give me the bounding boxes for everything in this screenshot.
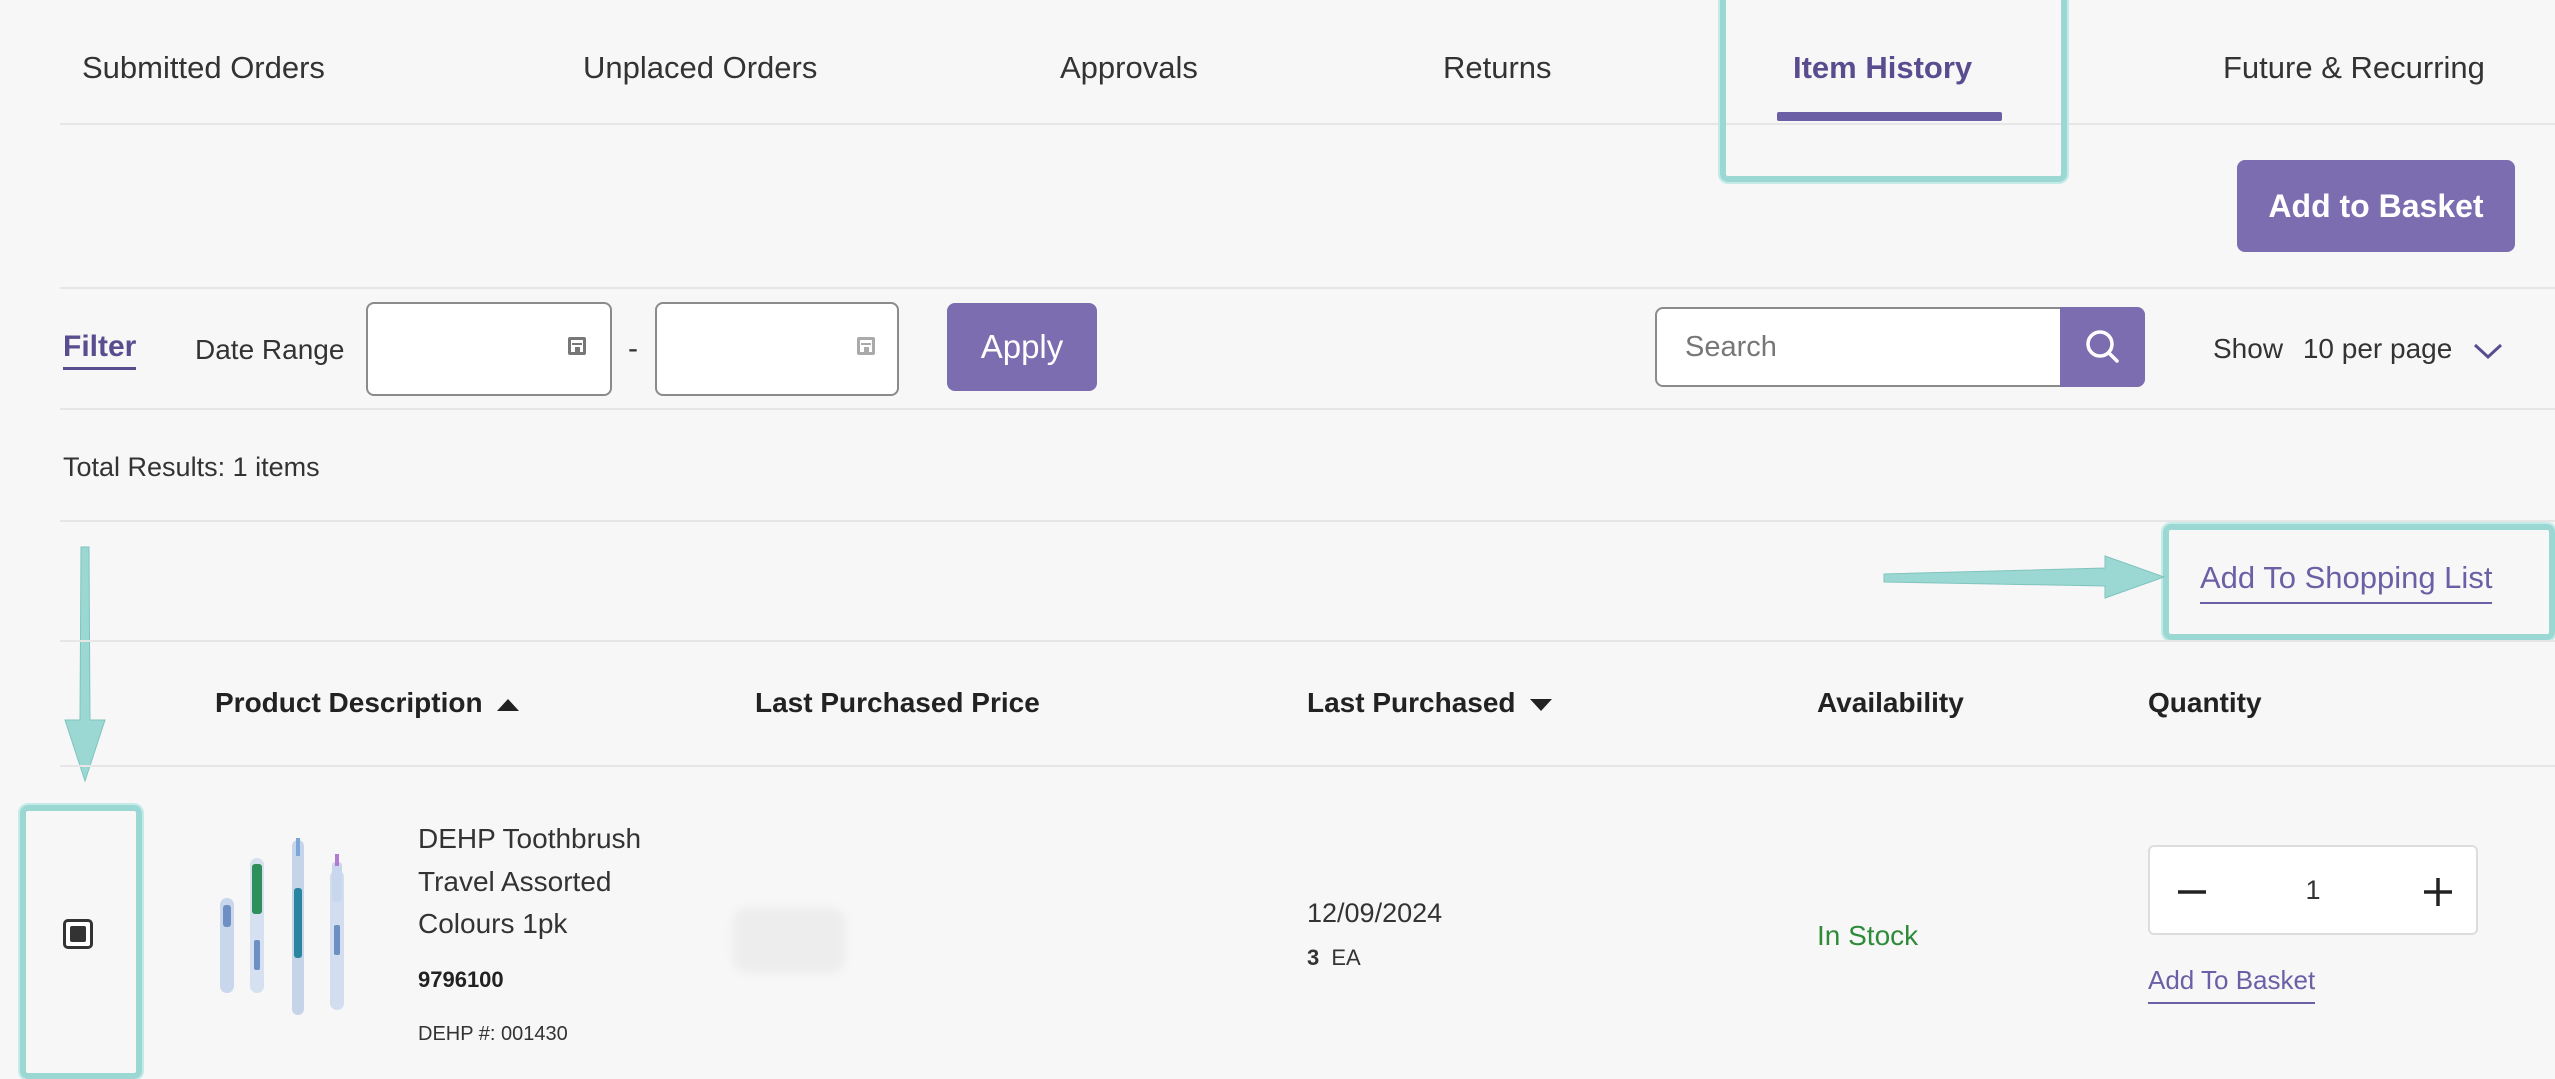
date-range-separator: - (628, 332, 638, 365)
toolbar-divider (60, 287, 2555, 289)
item-history-highlight (1720, 0, 2067, 182)
filter-link[interactable]: Filter (63, 330, 137, 370)
product-sku: 9796100 (418, 967, 504, 992)
row-checkbox[interactable] (63, 919, 93, 949)
shopping-list-highlight (2163, 524, 2555, 640)
availability-status: In Stock (1817, 920, 1919, 951)
search-input[interactable] (1657, 309, 2093, 385)
header-bottom-divider (60, 765, 2555, 767)
sort-ascending-icon (496, 698, 519, 711)
right-arrow-annotation (1883, 555, 2166, 599)
results-divider (60, 520, 2555, 522)
total-results: Total Results: 1 items (63, 452, 320, 482)
col-product-description-label: Product Description (215, 687, 483, 718)
show-label: Show (2213, 333, 2284, 364)
tab-returns[interactable]: Returns (1443, 50, 1552, 86)
purchased-qty-unit: EA (1331, 945, 1361, 970)
purchased-quantity: 3 EA (1307, 945, 1361, 971)
col-last-purchased[interactable]: Last Purchased (1307, 687, 1552, 719)
col-quantity: Quantity (2148, 687, 2262, 718)
tab-unplaced-orders[interactable]: Unplaced Orders (583, 50, 817, 86)
down-arrow-annotation (64, 546, 106, 783)
col-availability: Availability (1817, 687, 1964, 718)
date-range-label: Date Range (195, 334, 345, 365)
product-dehp-number: DEHP #: 001430 (418, 1023, 568, 1045)
apply-button[interactable]: Apply (947, 303, 1097, 391)
last-purchased-date: 12/09/2024 (1307, 898, 1443, 928)
per-page-value: 10 per page (2302, 333, 2453, 364)
col-product-description[interactable]: Product Description (215, 687, 519, 719)
product-image (220, 838, 344, 1015)
search-button[interactable] (2060, 307, 2145, 387)
tab-approvals[interactable]: Approvals (1060, 50, 1198, 86)
product-name-line3[interactable]: Colours 1pk (418, 908, 567, 940)
per-page-select[interactable]: Show 10 per page (2213, 333, 2504, 365)
date-from-input[interactable] (366, 302, 612, 396)
checkbox-checked-mark (70, 926, 86, 942)
product-name-line2[interactable]: Travel Assorted (418, 866, 611, 898)
calendar-icon[interactable] (568, 337, 586, 355)
date-to-input[interactable] (655, 302, 899, 396)
add-to-basket-button[interactable]: Add to Basket (2237, 160, 2515, 252)
purchased-qty-value: 3 (1307, 945, 1320, 970)
calendar-icon[interactable] (857, 337, 875, 355)
product-name-line1[interactable]: DEHP Toothbrush (418, 823, 641, 855)
last-purchased-price-redacted (733, 908, 845, 973)
sort-descending-icon (1529, 698, 1552, 711)
tab-future-recurring[interactable]: Future & Recurring (2223, 50, 2485, 86)
plus-icon[interactable] (2418, 873, 2458, 911)
quantity-stepper: 1 (2148, 845, 2478, 935)
col-last-purchased-label: Last Purchased (1307, 687, 1516, 718)
header-top-divider (60, 640, 2555, 642)
search-icon (2086, 330, 2119, 363)
filter-divider (60, 408, 2555, 410)
chevron-down-icon (2474, 343, 2503, 359)
tab-submitted-orders[interactable]: Submitted Orders (82, 50, 325, 86)
col-last-purchased-price: Last Purchased Price (755, 687, 1040, 718)
tabs-divider (60, 123, 2555, 125)
row-add-to-basket-link[interactable]: Add To Basket (2148, 965, 2316, 1004)
